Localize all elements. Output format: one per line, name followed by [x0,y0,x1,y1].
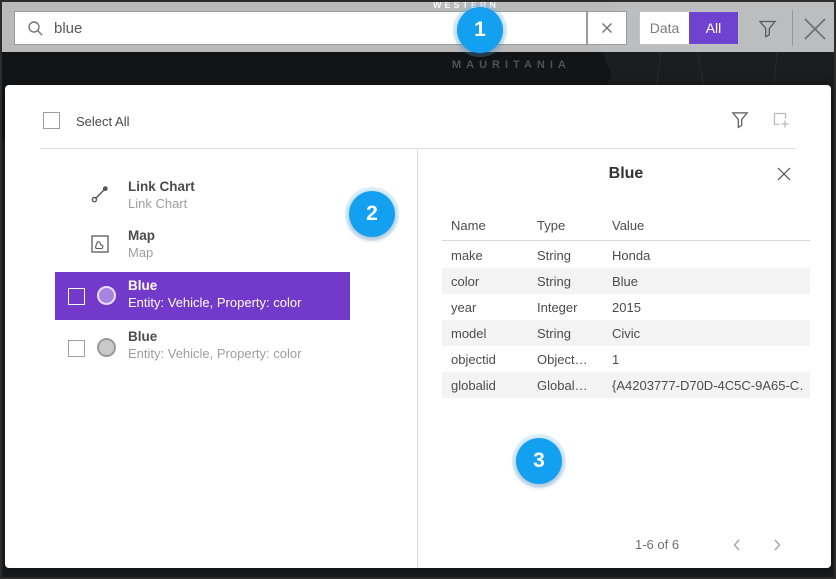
chevron-left-icon [731,538,743,552]
callout-3: 3 [516,438,562,484]
table-row: globalid Global… {A4203777-D70D-4C5C-9A6… [442,372,810,398]
select-all-checkbox[interactable] [43,112,60,129]
select-all-label: Select All [76,114,129,129]
pagination-prev-button[interactable] [725,533,749,557]
toolbar-divider [792,10,793,46]
table-row: model String Civic [442,320,810,346]
column-header-name: Name [451,218,486,233]
cell-type: String [537,248,605,263]
cell-value: {A4203777-D70D-4C5C-9A65-C… [612,378,804,393]
cell-type: Object… [537,352,605,367]
map-country-border [774,52,778,86]
column-header-value: Value [612,218,644,233]
map-country-border [655,52,661,88]
map-icon [91,235,109,253]
cell-name: model [451,326,529,341]
result-item-map[interactable]: Map Map [5,223,415,269]
table-row: year Integer 2015 [442,294,810,320]
pagination-next-button[interactable] [765,533,789,557]
cell-value: 1 [612,352,804,367]
map-country-border [697,50,705,88]
cell-name: globalid [451,378,529,393]
detail-close-button[interactable] [771,161,797,187]
result-subtitle: Entity: Vehicle, Property: color [128,295,301,310]
toggle-option-all[interactable]: All [689,12,738,44]
add-to-new-button[interactable] [768,107,794,133]
close-icon [802,16,828,42]
result-subtitle: Map [128,245,153,260]
table-row: make String Honda [442,242,810,268]
result-checkbox[interactable] [68,288,85,305]
detail-title: Blue [442,165,810,183]
column-header-type: Type [537,218,565,233]
result-checkbox[interactable] [68,340,85,357]
cell-name: objectid [451,352,529,367]
table-row: color String Blue [442,268,810,294]
cell-name: color [451,274,529,289]
table-row: objectid Object… 1 [442,346,810,372]
clear-icon [601,22,613,34]
result-title: Blue [128,329,157,344]
search-results-panel: Select All Link Chart Link Chart [5,85,831,568]
cell-type: Integer [537,300,605,315]
clear-search-button[interactable] [587,11,627,45]
results-filter-button[interactable] [727,107,753,133]
close-search-button[interactable] [800,14,830,44]
map-label-mauritania: MAURITANIA [452,59,571,71]
pane-separator [417,148,418,568]
chevron-right-icon [771,538,783,552]
filter-icon [731,110,749,130]
search-icon [27,20,44,37]
result-subtitle: Entity: Vehicle, Property: color [128,346,301,361]
table-header: Name Type Value [442,218,810,240]
screen: MAURITANIA WESTERN Data All [0,0,836,579]
result-title: Map [128,228,155,243]
cell-value: Blue [612,274,804,289]
add-item-icon [770,109,792,131]
close-icon [776,166,792,182]
result-title: Link Chart [128,179,195,194]
cell-value: 2015 [612,300,804,315]
search-scope-toggle: Data All [639,11,739,45]
search-toolbar: Data All [2,2,834,52]
cell-name: make [451,248,529,263]
cell-type: String [537,326,605,341]
link-chart-icon [90,183,111,204]
pagination-label: 1-6 of 6 [635,537,679,552]
cell-type: String [537,274,605,289]
cell-value: Civic [612,326,804,341]
table-header-border [442,240,810,241]
result-title: Blue [128,278,157,293]
search-input[interactable] [54,12,586,44]
result-subtitle: Link Chart [128,196,187,211]
result-item-blue-selected[interactable]: Blue Entity: Vehicle, Property: color [55,272,350,320]
search-filter-button[interactable] [753,15,781,43]
entity-point-icon [97,338,116,357]
result-item-blue[interactable]: Blue Entity: Vehicle, Property: color [5,325,415,371]
cell-value: Honda [612,248,804,263]
map-bottom-strip [0,567,836,579]
cell-name: year [451,300,529,315]
filter-icon [758,19,777,39]
entity-point-icon [97,286,116,305]
toggle-option-data[interactable]: Data [640,12,689,44]
panel-divider [40,148,796,149]
cell-type: Global… [537,378,605,393]
callout-2: 2 [349,191,395,237]
callout-1: 1 [457,7,503,53]
